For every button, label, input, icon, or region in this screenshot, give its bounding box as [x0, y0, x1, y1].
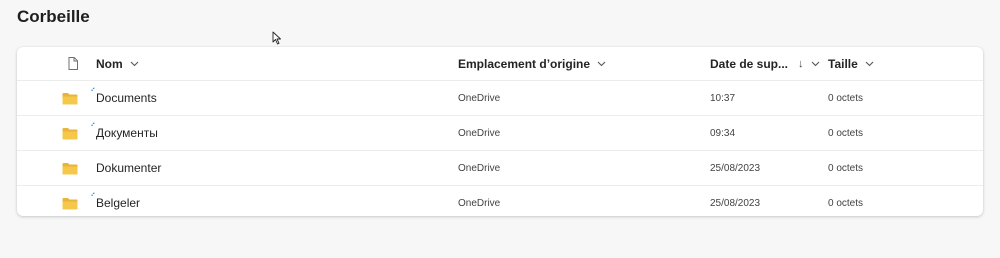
- chevron-down-icon: [811, 61, 819, 66]
- table-row[interactable]: Dokumenter OneDrive 25/08/2023 0 octets: [17, 151, 983, 186]
- row-date-cell: 25/08/2023: [710, 186, 760, 216]
- item-size: 0 octets: [828, 127, 864, 139]
- chevron-down-icon: [597, 61, 606, 66]
- item-size: 0 octets: [828, 92, 864, 104]
- row-name-cell[interactable]: Документы: [96, 116, 158, 150]
- item-date: 25/08/2023: [710, 197, 761, 209]
- column-header-name-label: Nom: [96, 56, 123, 71]
- folder-icon: [62, 92, 78, 104]
- item-location: OneDrive: [458, 127, 501, 139]
- mouse-cursor-icon: [272, 31, 281, 45]
- trash-file-list: Nom Emplacement d’origine Date de sup...…: [17, 47, 983, 216]
- table-row[interactable]: Belgeler OneDrive 25/08/2023 0 octets: [17, 186, 983, 216]
- folder-icon-cell: [62, 151, 80, 185]
- item-name[interactable]: Belgeler: [96, 196, 140, 210]
- row-name-cell[interactable]: Dokumenter: [96, 151, 161, 185]
- item-size: 0 octets: [828, 197, 864, 209]
- row-location-cell: OneDrive: [458, 186, 500, 216]
- column-header-date-label: Date de sup...: [710, 56, 789, 71]
- table-row[interactable]: Документы OneDrive 09:34 0 octets: [17, 116, 983, 151]
- file-icon: [68, 57, 78, 70]
- item-location: OneDrive: [458, 92, 501, 104]
- table-header: Nom Emplacement d’origine Date de sup...…: [17, 47, 983, 81]
- folder-icon: [62, 197, 78, 209]
- column-header-location[interactable]: Emplacement d’origine: [458, 47, 606, 80]
- chevron-down-icon: [130, 61, 139, 66]
- item-size: 0 octets: [828, 162, 864, 174]
- row-date-cell: 09:34: [710, 116, 735, 150]
- row-size-cell: 0 octets: [828, 116, 863, 150]
- page-title: Corbeille: [17, 7, 90, 26]
- folder-icon: [62, 127, 78, 139]
- row-name-cell[interactable]: Documents: [96, 81, 157, 115]
- row-location-cell: OneDrive: [458, 81, 500, 115]
- table-row[interactable]: Documents OneDrive 10:37 0 octets: [17, 81, 983, 116]
- row-date-cell: 25/08/2023: [710, 151, 760, 185]
- row-size-cell: 0 octets: [828, 186, 863, 216]
- row-name-cell[interactable]: Belgeler: [96, 186, 140, 216]
- row-location-cell: OneDrive: [458, 151, 500, 185]
- file-type-column-header[interactable]: [66, 47, 80, 80]
- chevron-down-icon: [865, 61, 874, 66]
- item-location: OneDrive: [458, 197, 501, 209]
- row-size-cell: 0 octets: [828, 151, 863, 185]
- folder-icon: [62, 162, 78, 174]
- sort-descending-icon: ↓: [798, 57, 804, 70]
- item-date: 10:37: [710, 92, 736, 104]
- row-date-cell: 10:37: [710, 81, 735, 115]
- item-name[interactable]: Dokumenter: [96, 161, 161, 175]
- row-location-cell: OneDrive: [458, 116, 500, 150]
- column-header-location-label: Emplacement d’origine: [458, 56, 591, 71]
- column-header-date[interactable]: Date de sup... ↓: [710, 47, 820, 80]
- item-date: 25/08/2023: [710, 162, 761, 174]
- column-header-size-label: Taille: [828, 56, 858, 71]
- item-location: OneDrive: [458, 162, 501, 174]
- column-header-name[interactable]: Nom: [96, 47, 139, 80]
- item-date: 09:34: [710, 127, 736, 139]
- column-header-size[interactable]: Taille: [828, 47, 874, 80]
- folder-icon-cell: [62, 186, 80, 216]
- item-name[interactable]: Документы: [96, 126, 158, 140]
- folder-icon-cell: [62, 81, 80, 115]
- item-name[interactable]: Documents: [96, 91, 157, 105]
- folder-icon-cell: [62, 116, 80, 150]
- row-size-cell: 0 octets: [828, 81, 863, 115]
